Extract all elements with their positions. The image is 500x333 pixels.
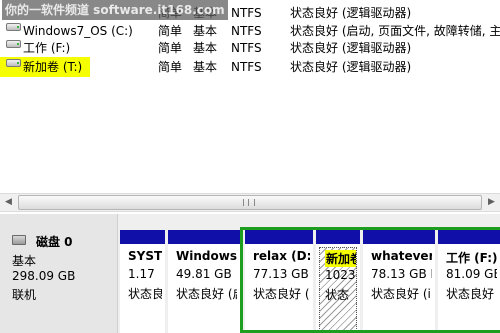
grip-icon bbox=[243, 199, 255, 206]
partition-status: 状态良好 (启 bbox=[176, 287, 237, 301]
volume-type: 基本 bbox=[193, 24, 218, 38]
partition-body: SYST 1.17 状态良 bbox=[123, 247, 162, 331]
disk-icon bbox=[12, 235, 26, 245]
volume-filesystem: NTFS bbox=[231, 60, 262, 74]
volume-layout: 简单 bbox=[158, 41, 183, 55]
disk-size: 298.09 GB bbox=[12, 269, 76, 283]
disk-info[interactable]: 磁盘 0 基本 298.09 GB 联机 bbox=[0, 214, 118, 333]
volume-row[interactable]: 工作 (F:) 简单 基本 NTFS 状态良好 (逻辑驱动器) bbox=[0, 40, 500, 57]
horizontal-scrollbar[interactable]: ◀ ▶ bbox=[0, 193, 500, 212]
drive-icon bbox=[6, 23, 21, 31]
watermark: 你的一软件频道 software.it168.com bbox=[2, 0, 228, 20]
partition-bar bbox=[168, 230, 240, 244]
volume-layout: 简单 bbox=[158, 60, 183, 74]
volume-status: 状态良好 (逻辑驱动器) bbox=[290, 60, 412, 74]
drive-icon bbox=[6, 59, 21, 67]
disk-name: 磁盘 0 bbox=[36, 235, 73, 249]
disk-state: 联机 bbox=[12, 288, 37, 302]
volume-row-selected[interactable]: 新加卷 (T:) 简单 基本 NTFS 状态良好 (逻辑驱动器) bbox=[0, 59, 500, 76]
volume-name: 新加卷 (T:) bbox=[23, 60, 83, 74]
volume-name: Windows7_OS (C:) bbox=[23, 24, 133, 38]
volume-filesystem: NTFS bbox=[231, 24, 262, 38]
volume-row[interactable]: Windows7_OS (C:) 简单 基本 NTFS 状态良好 (启动, 页面… bbox=[0, 23, 500, 40]
partition-status: 状态良 bbox=[128, 287, 162, 301]
volume-type: 基本 bbox=[193, 60, 218, 74]
partition-body: Windows 49.81 GB 状态良好 (启 bbox=[171, 247, 237, 331]
volume-list: 简单 基本 NTFS 状态良好 (逻辑驱动器) Windows7_OS (C:)… bbox=[0, 0, 500, 190]
partition-system[interactable]: SYST 1.17 状态良 bbox=[120, 230, 165, 333]
volume-layout: 简单 bbox=[158, 24, 183, 38]
partition-size: 49.81 GB bbox=[176, 267, 232, 281]
volume-filesystem: NTFS bbox=[231, 41, 262, 55]
scroll-thumb[interactable] bbox=[18, 195, 482, 210]
drive-icon bbox=[6, 40, 21, 48]
extended-partition-frame bbox=[240, 227, 500, 333]
partition-windows[interactable]: Windows 49.81 GB 状态良好 (启 bbox=[168, 230, 240, 333]
partition-label: Windows bbox=[176, 249, 237, 263]
partition-size: 1.17 bbox=[128, 267, 155, 281]
scroll-right-icon[interactable]: ▶ bbox=[483, 194, 500, 211]
partition-bar bbox=[120, 230, 165, 244]
volume-filesystem: NTFS bbox=[231, 6, 262, 20]
volume-status: 状态良好 (逻辑驱动器) bbox=[290, 41, 412, 55]
partition-label: SYST bbox=[128, 249, 162, 263]
volume-type: 基本 bbox=[193, 41, 218, 55]
scroll-left-icon[interactable]: ◀ bbox=[0, 194, 17, 211]
volume-status: 状态良好 (逻辑驱动器) bbox=[290, 6, 412, 20]
volume-name: 工作 (F:) bbox=[23, 41, 71, 55]
disk-type: 基本 bbox=[12, 254, 37, 268]
volume-status: 状态良好 (启动, 页面文件, 故障转储, 主 bbox=[290, 24, 500, 38]
